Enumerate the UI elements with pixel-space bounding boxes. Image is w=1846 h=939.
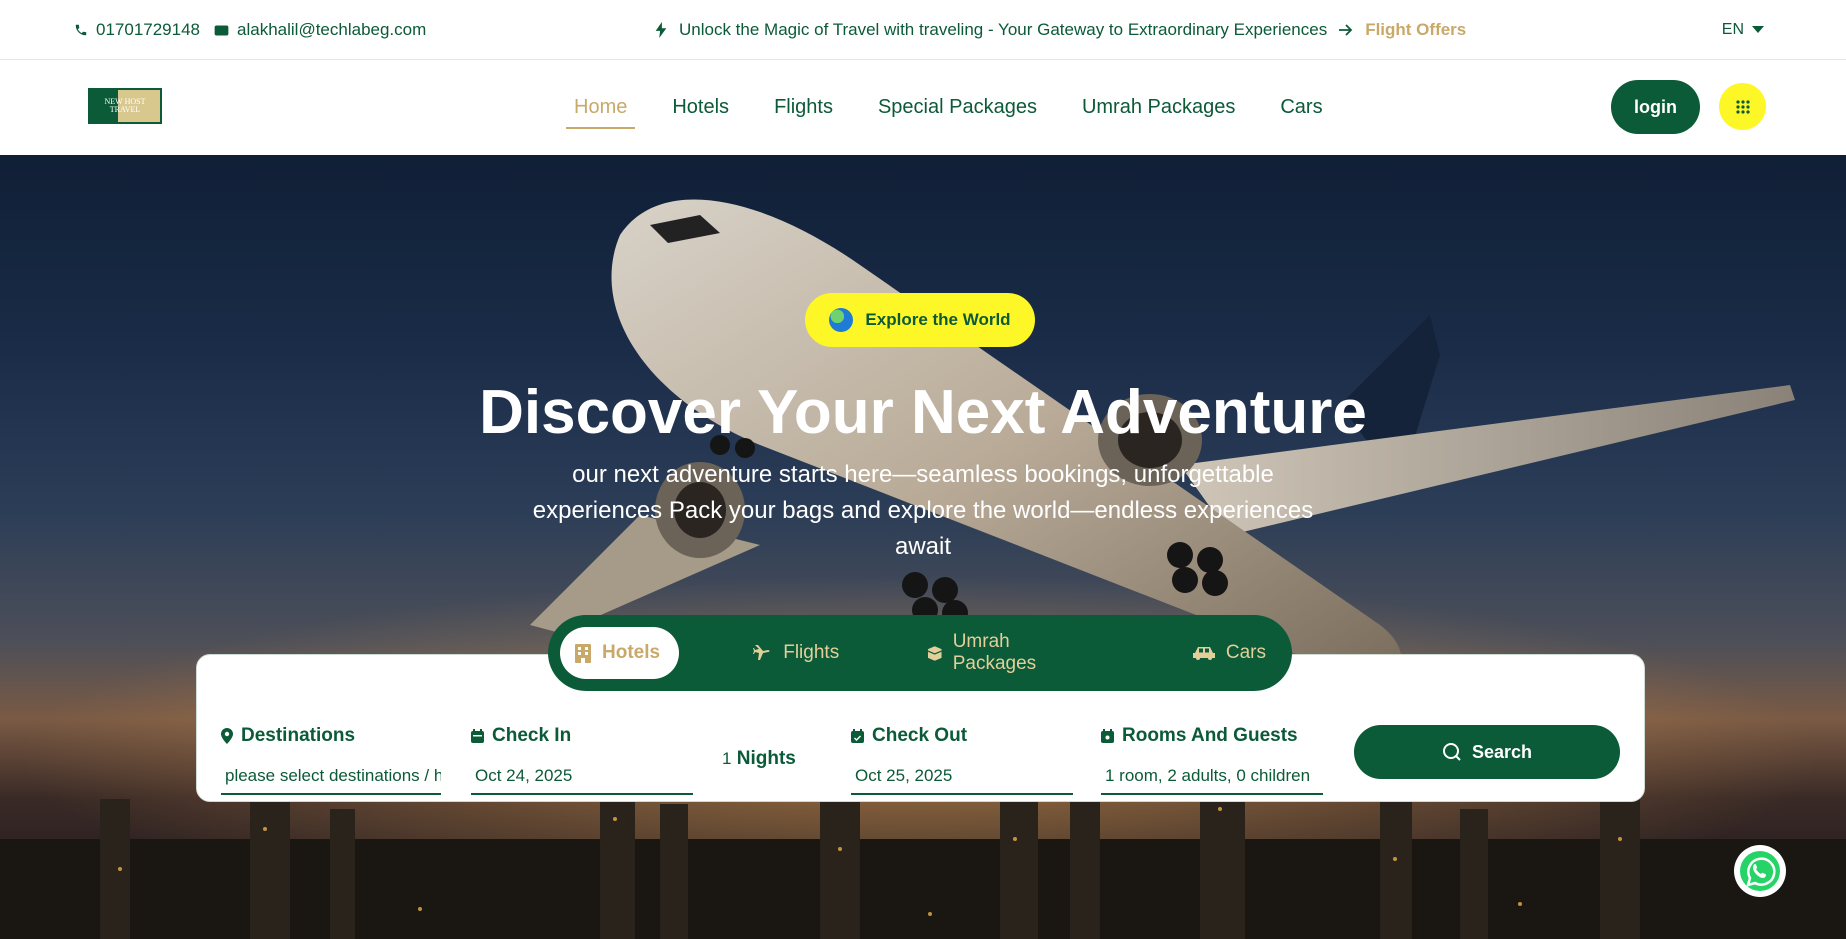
destinations-field[interactable]: Destinations please select destinations …	[221, 725, 441, 795]
phone-link[interactable]: 01701729148	[74, 20, 200, 40]
check-in-field[interactable]: Check In Oct 24, 2025	[471, 725, 693, 795]
tab-cars-label: Cars	[1225, 642, 1266, 663]
top-bar: 01701729148 alakhalil@techlabeg.com Unlo…	[0, 0, 1846, 60]
map-pin-icon	[221, 728, 233, 744]
main-nav: NEW HOST TRAVEL Home Hotels Flights Spec…	[0, 60, 1846, 155]
check-in-label: Check In	[492, 725, 572, 746]
nav-item-home[interactable]: Home	[566, 90, 636, 129]
globe-icon	[829, 308, 854, 332]
tab-hotels-label: Hotels	[602, 642, 661, 663]
calendar-check-icon	[851, 729, 864, 743]
hero-title: Discover Your Next Adventure	[479, 378, 1367, 447]
caret-down-icon	[1752, 26, 1764, 33]
explore-badge-label: Explore the World	[865, 310, 1011, 329]
plane-icon	[753, 645, 770, 660]
tab-umrah-packages[interactable]: Umrah Packages	[913, 627, 1108, 679]
tab-flights[interactable]: Flights	[739, 627, 853, 679]
check-in-input[interactable]: Oct 24, 2025	[471, 761, 693, 795]
nav-item-cars[interactable]: Cars	[1272, 90, 1330, 125]
phone-number: 01701729148	[96, 20, 201, 39]
check-out-label: Check Out	[872, 725, 968, 746]
check-out-field[interactable]: Check Out Oct 25, 2025	[851, 725, 1073, 795]
calendar-icon	[471, 729, 484, 743]
language-label: EN	[1721, 21, 1744, 38]
contact-info: 01701729148 alakhalil@techlabeg.com	[74, 0, 426, 60]
search-button-label: Search	[1471, 741, 1533, 762]
grid-icon	[1735, 99, 1750, 114]
hero-section: Explore the World Discover Your Next Adv…	[0, 155, 1846, 939]
tab-cars[interactable]: Cars	[1178, 627, 1280, 679]
language-selector[interactable]: EN	[1722, 0, 1764, 60]
login-button[interactable]: login	[1611, 80, 1700, 134]
nights-count: 1 Nights	[722, 748, 796, 770]
kaaba-icon	[927, 646, 942, 661]
destinations-label-row: Destinations	[221, 725, 441, 747]
bolt-icon	[655, 22, 667, 38]
building-icon	[575, 644, 591, 663]
whatsapp-icon	[1740, 851, 1780, 891]
hero-subtitle: our next adventure starts here—seamless …	[532, 461, 1314, 560]
whatsapp-button[interactable]	[1734, 845, 1786, 897]
tab-hotels[interactable]: Hotels	[560, 627, 680, 679]
email-address: alakhalil@techlabeg.com	[237, 20, 427, 39]
check-out-input[interactable]: Oct 25, 2025	[851, 761, 1073, 795]
phone-icon	[75, 24, 87, 36]
calendar-users-icon	[1101, 729, 1114, 743]
flight-offers-link[interactable]: Flight Offers	[1365, 20, 1466, 40]
promo-text: Unlock the Magic of Travel with travelin…	[679, 20, 1328, 39]
tab-umrah-label: Umrah Packages	[952, 631, 1037, 674]
destinations-label: Destinations	[241, 725, 356, 746]
search-icon	[1442, 743, 1461, 761]
envelope-icon	[214, 25, 229, 35]
check-out-label-row: Check Out	[851, 725, 1073, 747]
search-button[interactable]: Search	[1354, 725, 1620, 779]
car-icon	[1192, 647, 1215, 660]
email-link[interactable]: alakhalil@techlabeg.com	[214, 20, 426, 40]
logo-text: NEW HOST TRAVEL	[104, 97, 146, 114]
promo-banner: Unlock the Magic of Travel with travelin…	[655, 0, 1466, 60]
nav-item-flights[interactable]: Flights	[766, 90, 841, 125]
explore-badge[interactable]: Explore the World	[805, 293, 1035, 347]
check-in-label-row: Check In	[471, 725, 693, 747]
search-tabs: Hotels Flights Umrah Packages Cars	[548, 615, 1292, 691]
rooms-guests-field[interactable]: Rooms And Guests 1 room, 2 adults, 0 chi…	[1101, 725, 1323, 795]
rooms-guests-input[interactable]: 1 room, 2 adults, 0 children	[1101, 761, 1323, 795]
tab-flights-label: Flights	[783, 642, 840, 663]
rooms-guests-label-row: Rooms And Guests	[1101, 725, 1323, 747]
nights-label: Nights	[736, 748, 796, 769]
apps-menu-button[interactable]	[1719, 83, 1766, 130]
nav-item-umrah-packages[interactable]: Umrah Packages	[1074, 90, 1243, 125]
nav-menu: Home Hotels Flights Special Packages Umr…	[566, 60, 1331, 155]
nav-item-special-packages[interactable]: Special Packages	[870, 90, 1045, 125]
logo[interactable]: NEW HOST TRAVEL	[88, 88, 162, 124]
destinations-input[interactable]: please select destinations / h	[221, 761, 441, 795]
rooms-guests-label: Rooms And Guests	[1122, 725, 1298, 746]
arrow-right-icon	[1339, 24, 1353, 36]
nights-number: 1	[722, 749, 732, 768]
nav-item-hotels[interactable]: Hotels	[664, 90, 737, 125]
